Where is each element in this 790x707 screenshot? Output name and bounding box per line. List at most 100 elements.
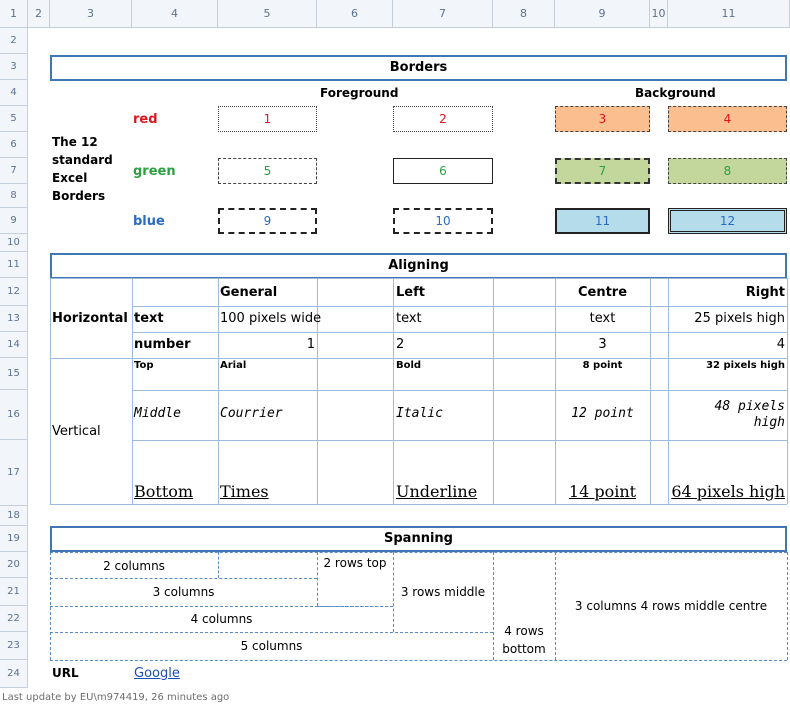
row-header-12[interactable]: 12 <box>0 278 28 306</box>
span-gridline <box>218 552 219 578</box>
align-gridline <box>132 440 787 441</box>
top-arial[interactable]: Arial <box>220 360 246 371</box>
row-header-23[interactable]: 23 <box>0 632 28 660</box>
border-cell-5[interactable]: 5 <box>218 158 317 184</box>
row-label-red: red <box>133 112 158 127</box>
border-cell-9[interactable]: 9 <box>218 208 317 234</box>
row-header-6[interactable]: 6 <box>0 132 28 158</box>
border-cell-11[interactable]: 11 <box>555 208 650 234</box>
align-gridline <box>132 390 787 391</box>
column-header-1[interactable]: 1 <box>0 0 28 28</box>
google-link[interactable]: Google <box>134 666 180 681</box>
column-header-3[interactable]: 3 <box>50 0 132 28</box>
border-cell-1[interactable]: 1 <box>218 106 317 132</box>
column-header-10[interactable]: 10 <box>650 0 668 28</box>
span-2-rows-top[interactable]: 2 rows top <box>317 556 393 570</box>
middle-label: Middle <box>134 406 181 421</box>
bottom-times[interactable]: Times <box>220 482 269 501</box>
borders-title[interactable]: Borders <box>50 55 787 81</box>
span-3-rows-middle[interactable]: 3 rows middle <box>393 585 493 599</box>
bottom-14point[interactable]: 14 point <box>555 482 650 501</box>
align-gridline <box>132 332 787 333</box>
column-header-4[interactable]: 4 <box>132 0 218 28</box>
align-gridline <box>493 278 494 504</box>
span-4-columns[interactable]: 4 columns <box>50 612 393 626</box>
row-header-14[interactable]: 14 <box>0 332 28 358</box>
middle-12point[interactable]: 12 point <box>555 406 650 421</box>
row-header-19[interactable]: 19 <box>0 526 28 552</box>
span-5-columns[interactable]: 5 columns <box>50 639 493 653</box>
border-cell-3[interactable]: 3 <box>555 106 650 132</box>
row-header-4[interactable]: 4 <box>0 80 28 106</box>
top-8point[interactable]: 8 point <box>555 360 650 371</box>
border-cell-7[interactable]: 7 <box>555 158 650 184</box>
border-cell-4[interactable]: 4 <box>668 106 787 132</box>
row-header-10[interactable]: 10 <box>0 234 28 252</box>
top-32px[interactable]: 32 pixels high <box>668 360 785 371</box>
middle-48px[interactable]: 48 pixels <box>668 399 785 414</box>
column-header-2[interactable]: 2 <box>28 0 50 28</box>
column-header-11[interactable]: 11 <box>668 0 790 28</box>
text-general[interactable]: 100 pixels wide <box>220 311 321 326</box>
border-cell-2[interactable]: 2 <box>393 106 493 132</box>
num-right[interactable]: 4 <box>668 337 785 352</box>
row-header-18[interactable]: 18 <box>0 506 28 526</box>
row-header-24[interactable]: 24 <box>0 660 28 688</box>
borders-side-label-2: standard <box>52 153 113 167</box>
column-header-7[interactable]: 7 <box>393 0 493 28</box>
border-cell-12[interactable]: 12 <box>668 208 787 234</box>
align-gridline <box>132 306 787 307</box>
aligning-title[interactable]: Aligning <box>50 253 787 279</box>
column-header-6[interactable]: 6 <box>317 0 393 28</box>
align-gridline <box>132 278 133 504</box>
top-bold[interactable]: Bold <box>396 360 421 371</box>
row-header-17[interactable]: 17 <box>0 440 28 506</box>
row-header-11[interactable]: 11 <box>0 252 28 278</box>
bottom-underline[interactable]: Underline <box>396 482 477 501</box>
row-header-20[interactable]: 20 <box>0 552 28 578</box>
num-centre[interactable]: 3 <box>555 337 650 352</box>
span-gridline <box>50 552 787 553</box>
span-3-columns[interactable]: 3 columns <box>50 585 317 599</box>
span-gridline <box>50 578 317 579</box>
row-header-2[interactable]: 2 <box>0 28 28 54</box>
col-left: Left <box>396 285 425 300</box>
border-cell-6[interactable]: 6 <box>393 158 493 184</box>
middle-courrier[interactable]: Courrier <box>220 406 283 421</box>
row-header-8[interactable]: 8 <box>0 184 28 208</box>
row-header-5[interactable]: 5 <box>0 106 28 132</box>
column-header-9[interactable]: 9 <box>555 0 650 28</box>
border-cell-10[interactable]: 10 <box>393 208 493 234</box>
row-header-16[interactable]: 16 <box>0 390 28 440</box>
row-header-3[interactable]: 3 <box>0 54 28 80</box>
column-header-8[interactable]: 8 <box>493 0 555 28</box>
row-header-21[interactable]: 21 <box>0 578 28 606</box>
text-centre[interactable]: text <box>555 311 650 326</box>
foreground-label: Foreground <box>320 86 399 100</box>
span-4-rows-bottom[interactable]: 4 rows <box>493 624 555 638</box>
text-right[interactable]: 25 pixels high <box>668 311 785 326</box>
span-3x4-middle-centre[interactable]: 3 columns 4 rows middle centre <box>555 599 787 613</box>
spanning-title[interactable]: Spanning <box>50 526 787 552</box>
borders-side-label-4: Borders <box>52 189 106 203</box>
num-left[interactable]: 2 <box>396 337 404 352</box>
row-header-7[interactable]: 7 <box>0 158 28 184</box>
text-row-label: text <box>134 311 164 326</box>
num-general[interactable]: 1 <box>218 337 315 352</box>
middle-italic[interactable]: Italic <box>396 406 443 421</box>
text-left[interactable]: text <box>396 311 422 326</box>
border-cell-8[interactable]: 8 <box>668 158 787 184</box>
bottom-64px[interactable]: 64 pixels high <box>668 482 785 501</box>
column-header-5[interactable]: 5 <box>218 0 317 28</box>
col-general: General <box>220 285 278 300</box>
borders-side-label-3: Excel <box>52 171 88 185</box>
row-header-22[interactable]: 22 <box>0 606 28 632</box>
row-label-green: green <box>133 164 176 179</box>
row-header-9[interactable]: 9 <box>0 208 28 234</box>
row-header-15[interactable]: 15 <box>0 358 28 390</box>
span-2-columns[interactable]: 2 columns <box>50 559 218 573</box>
row-header-13[interactable]: 13 <box>0 306 28 332</box>
align-gridline <box>50 278 787 279</box>
last-update-footer: Last update by EU\m974419, 26 minutes ag… <box>2 692 230 703</box>
col-centre: Centre <box>577 285 628 300</box>
